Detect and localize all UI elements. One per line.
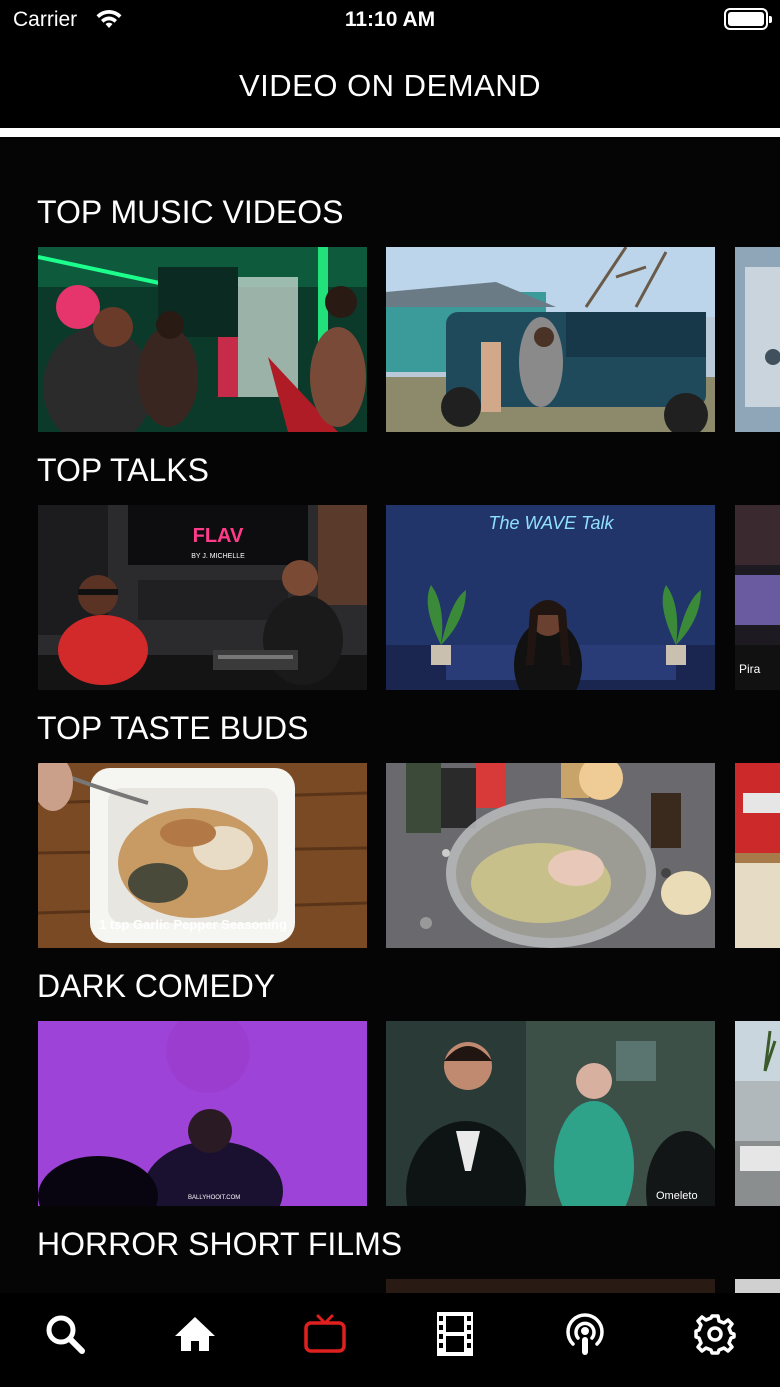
battery-icon — [724, 8, 772, 30]
video-thumbnail[interactable] — [386, 763, 715, 948]
video-thumbnail[interactable] — [38, 247, 367, 432]
video-thumbnail[interactable] — [386, 247, 715, 432]
home-icon — [175, 1317, 215, 1351]
flavor-sign: FLAV — [193, 525, 244, 547]
tab-tv[interactable] — [295, 1311, 355, 1357]
section-title-top-music-videos: TOP MUSIC VIDEOS — [37, 194, 344, 230]
video-thumbnail[interactable] — [735, 247, 780, 432]
tab-home[interactable] — [165, 1311, 225, 1357]
tab-bar — [0, 1293, 780, 1387]
row-top-music-videos[interactable] — [38, 247, 780, 432]
header-divider — [0, 128, 780, 137]
vod-content[interactable]: TOP MUSIC VIDEOS TOP TALKS FLAV BY J. MI… — [0, 137, 780, 1293]
thumb-caption: Omeleto — [656, 1190, 698, 1202]
flavor-sign-sub: BY J. MICHELLE — [191, 553, 245, 560]
search-icon — [46, 1315, 85, 1354]
video-thumbnail[interactable] — [735, 763, 780, 948]
section-title-horror-short-films: HORROR SHORT FILMS — [37, 1226, 403, 1262]
status-time: 11:10 AM — [344, 8, 436, 31]
section-title-top-taste-buds: TOP TASTE BUDS — [37, 710, 309, 746]
tab-films[interactable] — [425, 1311, 485, 1357]
status-bar: Carrier 11:10 AM — [0, 0, 780, 40]
tab-settings[interactable] — [685, 1311, 745, 1357]
video-thumbnail[interactable]: Pira — [735, 505, 780, 690]
tab-podcasts[interactable] — [555, 1311, 615, 1357]
row-dark-comedy[interactable]: BALLYHOOIT.COM Omeleto — [38, 1021, 780, 1206]
video-thumbnail[interactable] — [735, 1279, 780, 1293]
wave-talk-sign: The WAVE Talk — [488, 513, 614, 533]
thumb-caption: 1 tsp Garlic Pepper Seasoning — [99, 917, 287, 932]
section-title-dark-comedy: DARK COMEDY — [37, 968, 276, 1004]
film-icon — [437, 1312, 473, 1356]
row-horror-short-films[interactable] — [38, 1279, 780, 1293]
gear-icon — [694, 1314, 736, 1355]
tv-icon — [304, 1314, 346, 1353]
tab-search[interactable] — [35, 1311, 95, 1357]
row-top-talks[interactable]: FLAV BY J. MICHELLE The WAVE Talk Pira — [38, 505, 780, 690]
video-thumbnail[interactable] — [735, 1021, 780, 1206]
video-thumbnail[interactable]: 1 tsp Garlic Pepper Seasoning — [38, 763, 367, 948]
video-thumbnail[interactable] — [386, 1279, 715, 1293]
video-thumbnail[interactable]: BALLYHOOIT.COM — [38, 1021, 367, 1206]
podcast-icon — [566, 1313, 604, 1355]
thumb-caption: Pira — [739, 662, 761, 676]
section-title-top-talks: TOP TALKS — [37, 452, 209, 488]
video-thumbnail[interactable]: The WAVE Talk — [386, 505, 715, 690]
video-thumbnail[interactable]: FLAV BY J. MICHELLE — [38, 505, 367, 690]
row-top-taste-buds[interactable]: 1 tsp Garlic Pepper Seasoning — [38, 763, 780, 948]
thumb-caption: BALLYHOOIT.COM — [188, 1195, 240, 1201]
page-title: VIDEO ON DEMAND — [238, 68, 542, 103]
video-thumbnail[interactable]: Omeleto — [386, 1021, 715, 1206]
